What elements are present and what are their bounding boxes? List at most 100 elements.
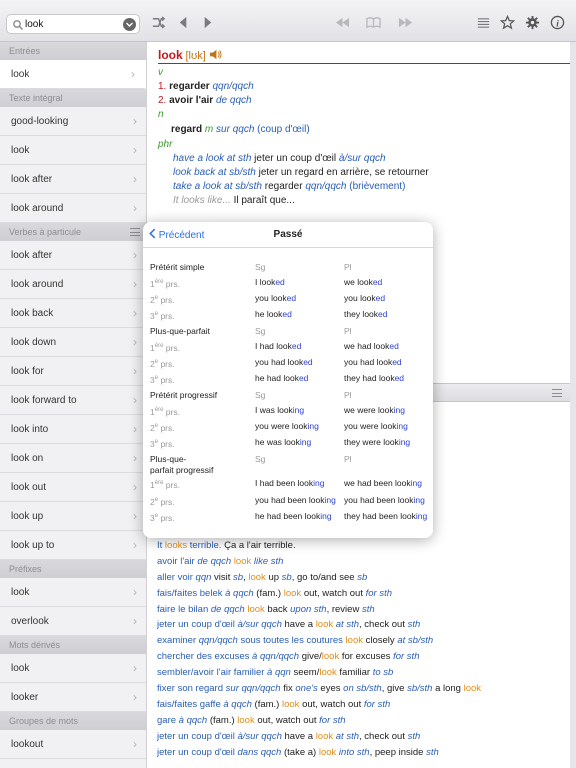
phrase-row[interactable]: jeter un coup d'œil à/sur qqch have a lo…	[148, 617, 570, 633]
person-superscript: e	[154, 359, 159, 366]
sidebar-item[interactable]: look ›	[0, 578, 146, 607]
phrase-row[interactable]: jeter un coup d'œil à/sur qqch have a lo…	[148, 729, 570, 745]
phrase-row[interactable]: sembler/avoir l'air familier à qqn seem/…	[148, 665, 570, 681]
conjugated-form: we had been looking	[344, 478, 422, 488]
dropdown-icon[interactable]	[123, 18, 136, 31]
chevron-right-icon: ›	[133, 306, 137, 320]
sidebar-item[interactable]: look for ›	[0, 357, 146, 386]
sidebar-item[interactable]: look after ›	[0, 241, 146, 270]
conjugated-form: you looked	[255, 293, 296, 303]
sidebar-item-label: look up to	[11, 540, 55, 551]
phrase-row[interactable]: aller voir qqn visit sb, look up sb, go …	[148, 570, 570, 586]
sidebar-item[interactable]: look ›	[0, 136, 146, 165]
drag-handle-icon[interactable]	[130, 228, 140, 236]
sidebar-item[interactable]: look out ›	[0, 473, 146, 502]
phrase-row[interactable]: faire le bilan de qqch look back upon st…	[148, 602, 570, 618]
form-ending: ing	[292, 405, 305, 415]
sidebar-item[interactable]: look into ›	[0, 415, 146, 444]
sidebar-item[interactable]: look back ›	[0, 299, 146, 328]
sidebar-item[interactable]: look ›	[0, 654, 146, 683]
form-ending: ed	[286, 293, 297, 303]
shuffle-icon[interactable]	[150, 14, 166, 30]
sidebar-item[interactable]: look after ›	[0, 165, 146, 194]
tense-name: Prétérit simple	[150, 262, 205, 272]
section-title: Préfixes	[9, 564, 42, 574]
phrase-segment: aller voir	[157, 571, 196, 583]
list-icon[interactable]	[475, 14, 491, 30]
conjugated-form: you had looked	[344, 357, 402, 367]
form-stem: he was look	[255, 437, 300, 447]
phrase-segment: for sth	[393, 651, 420, 663]
phrase-segment: qqn	[195, 571, 212, 583]
app-window: i Entrées look › Texte intégral good-looking…	[0, 0, 576, 768]
sidebar-item[interactable]: look on ›	[0, 444, 146, 473]
phrase-segment: a long	[432, 683, 464, 695]
phrase-row[interactable]: fais/faites gaffe à qqch (fam.) look out…	[148, 697, 570, 713]
sidebar-item[interactable]: lookout ›	[0, 730, 146, 759]
chevron-right-icon: ›	[133, 737, 137, 751]
phrase-segment: like sth	[251, 555, 284, 567]
sidebar-item[interactable]: look up ›	[0, 502, 146, 531]
phrase-row[interactable]: It looks terrible. Ça a l'air terrible.	[148, 538, 570, 554]
form-ending: ed	[394, 373, 405, 383]
phrase-row[interactable]: gare à qqch (fam.) look out, watch out f…	[148, 713, 570, 729]
chevron-right-icon: ›	[133, 480, 137, 494]
chevron-right-icon: ›	[133, 364, 137, 378]
forward-arrow-icon[interactable]	[199, 14, 215, 30]
sidebar-item[interactable]: look ›	[0, 60, 146, 89]
chevron-right-icon: ›	[133, 335, 137, 349]
form-ending: ing	[413, 495, 425, 505]
person-suffix: prs.	[160, 423, 175, 433]
drag-handle-icon[interactable]	[552, 389, 562, 397]
sidebar-item[interactable]: looker ›	[0, 683, 146, 712]
phrase-row[interactable]: examiner qqn/qqch sous toutes les coutur…	[148, 633, 570, 649]
phrase-segment: sth	[407, 619, 421, 631]
sidebar-item[interactable]: look forward to ›	[0, 386, 146, 415]
back-arrow-icon[interactable]	[175, 14, 191, 30]
person-superscript: e	[154, 497, 159, 504]
sidebar-item[interactable]: look around ›	[0, 194, 146, 223]
phrase-segment: qqn/qqch	[198, 635, 238, 647]
pos-verb: v	[158, 67, 163, 78]
phrase-segment: at sb/sth	[397, 635, 434, 647]
book-icon[interactable]	[365, 14, 381, 30]
sidebar-item[interactable]: overlook ›	[0, 607, 146, 636]
phrase-segment: (fam.)	[251, 698, 282, 710]
scrollbar[interactable]	[570, 42, 576, 768]
phrase-row[interactable]: jeter un coup d'œil dans qqch (take a) l…	[148, 745, 570, 761]
phrase-segment: one's	[295, 683, 318, 695]
next-entry-icon[interactable]	[397, 14, 413, 30]
svg-text:i: i	[556, 19, 559, 29]
form-ending: ing	[324, 495, 336, 505]
phrase-row[interactable]: avoir l'air de qqch look like sth	[148, 554, 570, 570]
phrase-segment: faire le bilan	[157, 603, 211, 615]
form-ending: ed	[275, 277, 285, 287]
person-suffix: prs.	[160, 359, 175, 369]
star-icon[interactable]	[499, 14, 515, 30]
form-ending: ed	[389, 341, 399, 351]
form-stem: you were look	[344, 421, 397, 431]
tense-name: Plus-que- parfait progressif	[150, 454, 214, 475]
phrase-segment: sth	[426, 746, 439, 758]
sidebar-item[interactable]: look up to ›	[0, 531, 146, 560]
search-box[interactable]	[6, 14, 140, 34]
conjugated-form: we looked	[344, 277, 382, 287]
info-icon[interactable]: i	[549, 14, 565, 30]
phrase-row[interactable]: fixer son regard sur qqn/qqch fix one's …	[148, 681, 570, 697]
speaker-icon[interactable]	[209, 49, 222, 62]
search-input[interactable]	[25, 17, 120, 31]
form-stem: I had look	[255, 341, 292, 351]
column-header-pl: Pl	[344, 390, 352, 400]
phrase-row[interactable]: chercher des excuses à qqn/qqch give/loo…	[148, 649, 570, 665]
chevron-right-icon: ›	[133, 143, 137, 157]
previous-entry-icon[interactable]	[334, 14, 350, 30]
phrase-row[interactable]: fais/faites belek à qqch (fam.) look out…	[148, 586, 570, 602]
phrase-segment: at sth	[335, 619, 360, 631]
phrase-segment: look	[247, 603, 265, 615]
sidebar-item-label: look forward to	[11, 395, 77, 406]
form-ending: ing	[396, 421, 408, 431]
sidebar-item[interactable]: good-looking ›	[0, 107, 146, 136]
gear-icon[interactable]	[524, 14, 540, 30]
sidebar-item[interactable]: look down ›	[0, 328, 146, 357]
sidebar-item[interactable]: look around ›	[0, 270, 146, 299]
